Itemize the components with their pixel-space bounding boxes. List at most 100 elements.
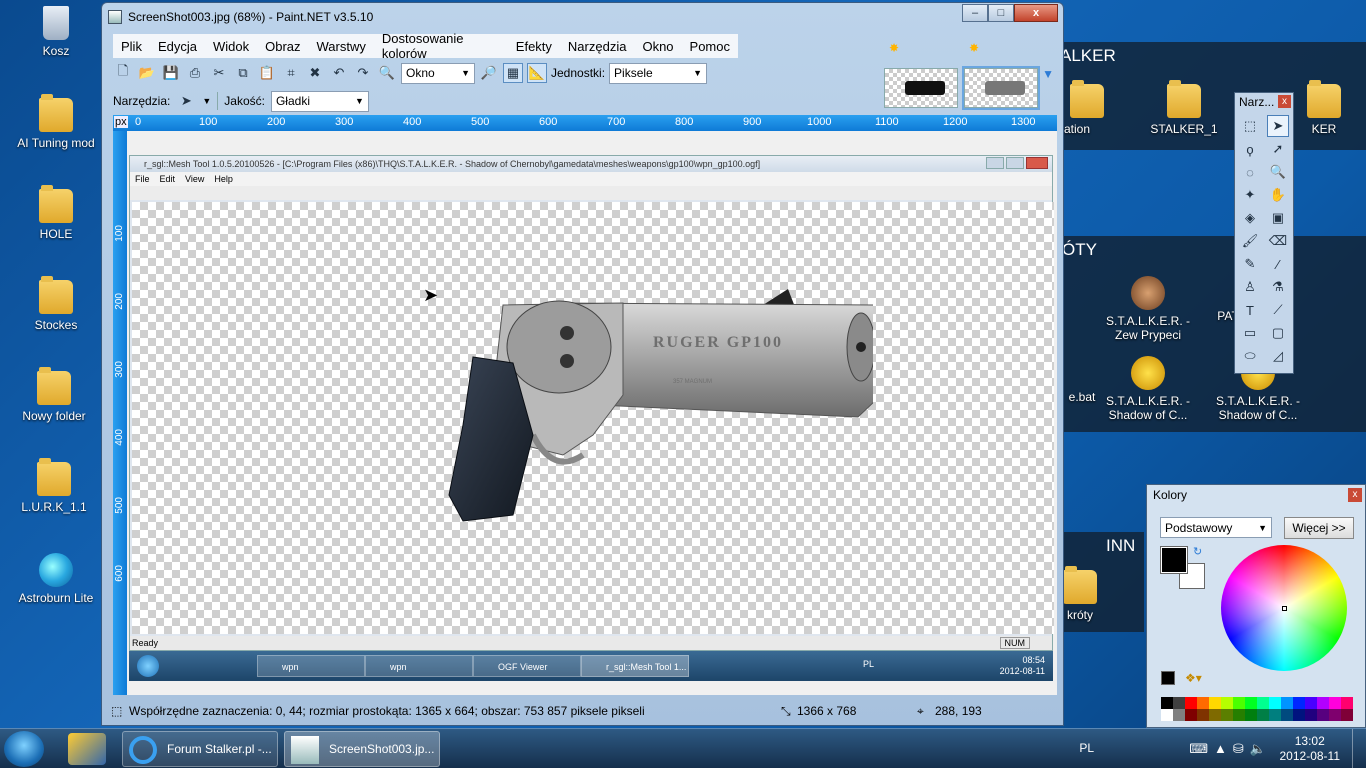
new-file-icon[interactable]: 🗋 [113, 63, 133, 83]
palette-swatch[interactable] [1161, 709, 1173, 721]
recolor-icon[interactable]: ⚗ [1267, 276, 1289, 298]
open-file-icon[interactable]: 📂 [137, 63, 157, 83]
pan-icon[interactable]: ✋ [1267, 184, 1289, 206]
palette-swatch[interactable] [1317, 709, 1329, 721]
swap-colors-icon[interactable]: ↻ [1193, 545, 1202, 558]
rounded-rectangle-icon[interactable]: ▢ [1267, 322, 1289, 344]
zoom-out-icon[interactable]: 🔍 [377, 63, 397, 83]
color-wheel[interactable] [1221, 545, 1347, 671]
paste-icon[interactable]: 📋 [257, 63, 277, 83]
menu-plik[interactable]: Plik [113, 39, 150, 54]
units-dropdown[interactable]: Piksele ▼ [609, 62, 708, 84]
chevron-down-icon[interactable]: ▼ [202, 96, 211, 106]
paintbrush-icon[interactable]: 🖌 [1239, 230, 1261, 252]
desktop-icon-stockes[interactable]: Stockes [6, 276, 106, 332]
rulers-icon[interactable]: 📐 [527, 63, 547, 83]
palette-swatch[interactable] [1281, 709, 1293, 721]
move-selection-icon[interactable]: ➤ [1267, 115, 1289, 137]
palette-swatch[interactable] [1233, 709, 1245, 721]
rectangle-select-icon[interactable]: ⬚ [1239, 115, 1261, 137]
crop-icon[interactable]: ⌗ [281, 63, 301, 83]
palette-swatch[interactable] [1197, 697, 1209, 709]
move-selected-icon[interactable]: ➚ [1267, 138, 1289, 160]
network-icon[interactable]: ⛁ [1233, 741, 1244, 757]
desktop-icon-ker[interactable]: KER [1294, 80, 1354, 136]
copy-icon[interactable]: ⧉ [233, 63, 253, 83]
zoom-icon[interactable]: 🔍 [1267, 161, 1289, 183]
desktop-icon-hole[interactable]: HOLE [6, 185, 106, 241]
palette-swatch[interactable] [1233, 697, 1245, 709]
palette-swatch[interactable] [1209, 697, 1221, 709]
paint-bucket-icon[interactable]: ◈ [1239, 207, 1261, 229]
volume-icon[interactable]: 🔈 [1250, 741, 1266, 757]
add-to-palette-icon[interactable] [1161, 671, 1175, 685]
desktop-icon-lurk[interactable]: L.U.R.K_1.1 [4, 458, 104, 514]
gradient-icon[interactable]: ▣ [1267, 207, 1289, 229]
print-icon[interactable]: ⎙ [185, 63, 205, 83]
palette-swatch[interactable] [1341, 697, 1353, 709]
menu-narzedzia[interactable]: Narzędzia [560, 39, 635, 54]
menu-widok[interactable]: Widok [205, 39, 257, 54]
close-icon[interactable]: x [1278, 95, 1291, 108]
palette-swatch[interactable] [1293, 697, 1305, 709]
palette-swatch[interactable] [1269, 697, 1281, 709]
text-icon[interactable]: T [1239, 299, 1261, 321]
palette-swatch[interactable] [1329, 697, 1341, 709]
primary-color-swatch[interactable] [1160, 546, 1188, 574]
menu-edycja[interactable]: Edycja [150, 39, 205, 54]
palette-swatch[interactable] [1269, 709, 1281, 721]
cut-icon[interactable]: ✂ [209, 63, 229, 83]
pinned-app-icon[interactable] [68, 733, 106, 765]
freeform-shape-icon[interactable]: ◿ [1267, 345, 1289, 367]
clone-stamp-icon[interactable]: ♙ [1239, 276, 1261, 298]
palette-swatch[interactable] [1245, 697, 1257, 709]
desktop-icon-stalker1[interactable]: STALKER_1 [1134, 80, 1234, 136]
palette-swatch[interactable] [1197, 709, 1209, 721]
palette-swatch[interactable] [1221, 709, 1233, 721]
task-button-paintnet[interactable]: ScreenShot003.jp... [284, 731, 440, 767]
grid-icon[interactable]: ▦ [503, 63, 523, 83]
menu-warstwy[interactable]: Warstwy [309, 39, 374, 54]
window-titlebar[interactable]: ScreenShot003.jpg (68%) - Paint.NET v3.5… [102, 3, 1063, 31]
palette-swatch[interactable] [1329, 709, 1341, 721]
palette-swatch[interactable] [1293, 709, 1305, 721]
maximize-button[interactable]: □ [988, 4, 1014, 22]
show-desktop-button[interactable] [1352, 729, 1366, 768]
desktop-icon-nowy-folder[interactable]: Nowy folder [4, 367, 104, 423]
menu-pomoc[interactable]: Pomoc [682, 39, 738, 54]
lasso-select-icon[interactable]: ϙ [1239, 138, 1261, 160]
chevron-down-icon[interactable]: ▼ [1042, 67, 1054, 81]
undo-icon[interactable]: ↶ [329, 63, 349, 83]
start-button[interactable] [4, 731, 44, 767]
palette-swatch[interactable] [1305, 709, 1317, 721]
menu-obraz[interactable]: Obraz [257, 39, 308, 54]
colors-window-title[interactable]: Kolory [1147, 485, 1365, 505]
palette-swatch[interactable] [1281, 697, 1293, 709]
desktop-icon-ai-tuning[interactable]: AI Tuning mod [6, 94, 106, 150]
minimize-button[interactable]: – [962, 4, 988, 22]
quality-dropdown[interactable]: Gładki ▼ [270, 90, 369, 112]
more-colors-button[interactable]: Więcej >> [1284, 517, 1354, 539]
pencil-icon[interactable]: ✎ [1239, 253, 1261, 275]
color-mode-dropdown[interactable]: Podstawowy ▼ [1160, 517, 1272, 538]
menu-dostosowanie[interactable]: Dostosowanie kolorów [374, 31, 508, 61]
palette-swatch[interactable] [1185, 709, 1197, 721]
show-hidden-icons-icon[interactable]: ▲ [1214, 741, 1227, 757]
magic-wand-icon[interactable]: ✦ [1239, 184, 1261, 206]
menu-efekty[interactable]: Efekty [508, 39, 560, 54]
palette-swatch[interactable] [1245, 709, 1257, 721]
palette-swatch[interactable] [1173, 709, 1185, 721]
save-icon[interactable]: 💾 [161, 63, 181, 83]
ellipse-select-icon[interactable]: ◌ [1239, 161, 1261, 183]
palette-swatch[interactable] [1221, 697, 1233, 709]
palette-swatch[interactable] [1317, 697, 1329, 709]
rectangle-icon[interactable]: ▭ [1239, 322, 1261, 344]
palette-swatch[interactable] [1173, 697, 1185, 709]
palette-swatch[interactable] [1341, 709, 1353, 721]
desktop-icon-astroburn[interactable]: Astroburn Lite [6, 553, 106, 605]
redo-icon[interactable]: ↷ [353, 63, 373, 83]
zoom-in-icon[interactable]: 🔎 [479, 63, 499, 83]
palette-swatch[interactable] [1305, 697, 1317, 709]
close-button[interactable]: x [1014, 4, 1058, 22]
palette-swatch[interactable] [1161, 697, 1173, 709]
